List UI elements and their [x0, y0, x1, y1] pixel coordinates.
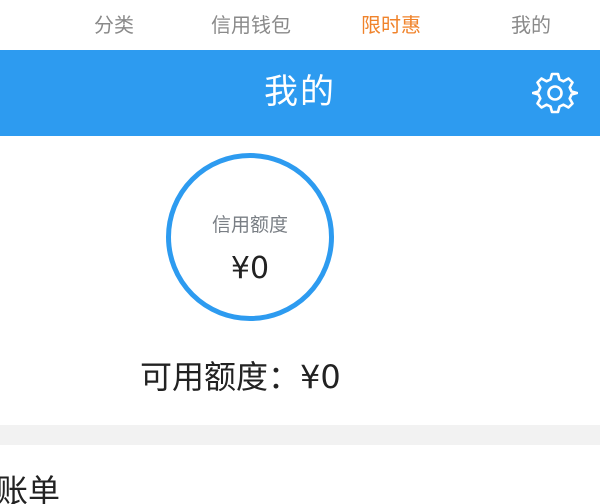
- settings-button[interactable]: [532, 70, 578, 116]
- tab-limited-deals[interactable]: 限时惠: [361, 11, 421, 39]
- credit-limit-circle: 信用额度 ¥0: [166, 153, 334, 321]
- tab-credit-wallet[interactable]: 信用钱包: [211, 11, 291, 39]
- bill-section-title[interactable]: 账单: [0, 470, 60, 504]
- gear-icon: [532, 72, 578, 114]
- tab-category[interactable]: 分类: [94, 11, 134, 39]
- tab-mine[interactable]: 我的: [511, 11, 551, 39]
- page-title: 我的: [264, 72, 336, 112]
- credit-limit-label: 信用额度: [211, 214, 288, 236]
- available-limit: 可用额度：¥0: [140, 358, 341, 396]
- page: 分类 信用钱包 限时惠 我的 我的 信用额度 ¥0 可用额度：¥0 账单: [0, 0, 600, 504]
- section-divider: [0, 425, 600, 445]
- header-bar: 我的: [0, 50, 600, 136]
- top-tab-bar: 分类 信用钱包 限时惠 我的: [0, 0, 600, 50]
- credit-limit-value: ¥0: [230, 251, 270, 286]
